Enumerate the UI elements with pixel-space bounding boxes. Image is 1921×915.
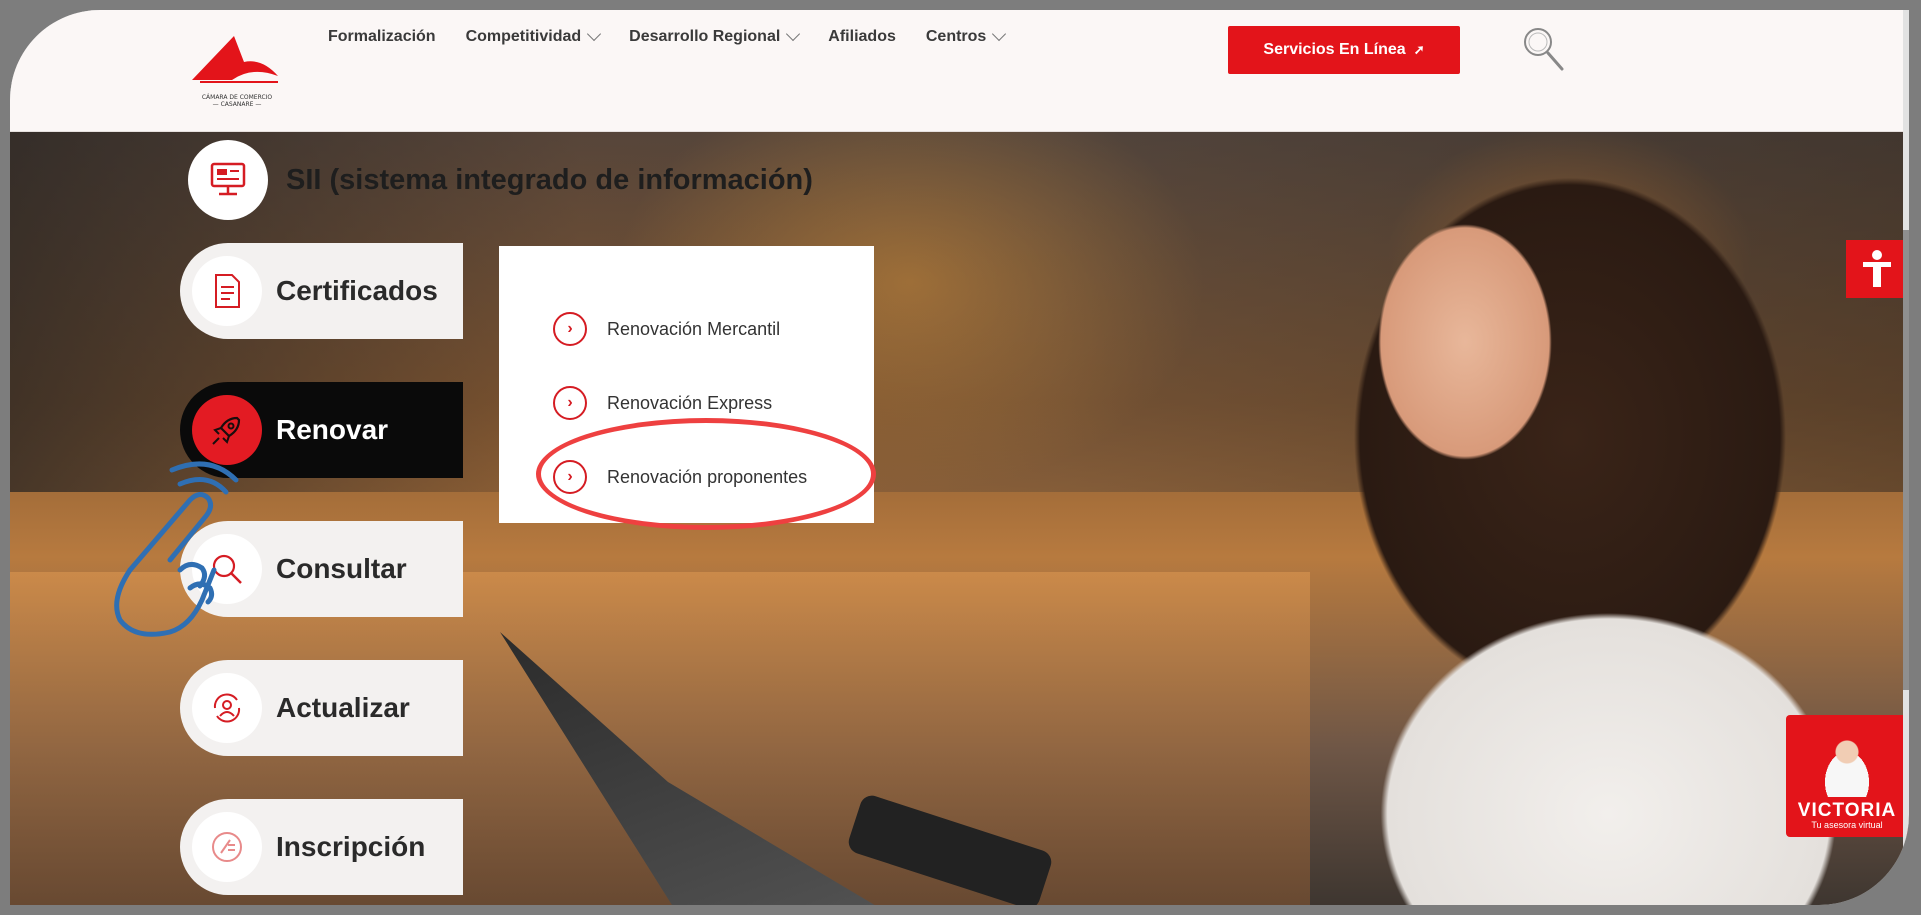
hero-woman-face [1300,152,1600,532]
menu-item-label: Certificados [276,275,438,306]
accessibility-button[interactable] [1846,240,1908,298]
menu-item-actualizar[interactable]: Actualizar [180,660,463,756]
nav-competitividad[interactable]: Competitividad [465,26,602,46]
nav-label: Afiliados [828,28,896,45]
chevron-down-icon [786,26,801,42]
site-header: CÁMARA DE COMERCIO — CASANARE — Formaliz… [10,10,1909,132]
menu-item-inscripcion[interactable]: Inscripción [180,799,463,895]
nav-label: Formalización [328,28,436,45]
camara-comercio-logo[interactable]: CÁMARA DE COMERCIO — CASANARE — [182,32,302,127]
assistant-avatar [1823,737,1871,797]
refresh-user-icon [192,673,262,743]
sii-title: SII (sistema integrado de información) [286,163,813,196]
chevron-right-circle-icon: › [553,312,587,346]
nav-afiliados[interactable]: Afiliados [828,28,896,46]
main-nav: Formalización Competitividad Desarrollo … [328,26,1007,46]
menu-item-label: Consultar [276,553,407,584]
logo-caption: CÁMARA DE COMERCIO — CASANARE — [201,94,273,108]
nav-label: Competitividad [465,28,582,45]
form-edit-icon [192,812,262,882]
menu-item-label: Renovar [276,414,389,445]
browser-frame: CÁMARA DE COMERCIO — CASANARE — Formaliz… [10,10,1909,905]
logo-mark-icon [192,36,278,83]
nav-centros[interactable]: Centros [925,26,1007,46]
submenu-item-label: Renovación proponentes [607,466,808,487]
document-icon [192,256,262,326]
assistant-subtitle: Tu asesora virtual [1811,820,1883,830]
external-arrow-icon: ➚ [1413,42,1425,57]
assistant-name: VICTORIA [1797,800,1897,821]
submenu-item-renovacion-mercantil[interactable]: › Renovación Mercantil [499,292,874,366]
search-icon [1524,28,1564,71]
computer-monitor-icon [188,140,268,220]
nav-formalizacion[interactable]: Formalización [328,28,436,46]
submenu-item-label: Renovación Express [607,392,773,413]
menu-item-certificados[interactable]: Certificados [180,243,463,339]
search-button[interactable] [1518,22,1572,78]
nav-label: Desarrollo Regional [629,28,781,45]
chevron-down-icon [992,26,1007,42]
cta-label: Servicios En Línea [1263,41,1406,58]
renovar-submenu: › Renovación Mercantil › Renovación Expr… [499,246,874,523]
menu-item-renovar[interactable]: Renovar [180,382,463,478]
menu-item-label: Inscripción [276,831,426,862]
chevron-right-circle-icon: › [553,386,587,420]
chevron-right-circle-icon: › [553,460,587,494]
virtual-assistant-button[interactable]: VICTORIA Tu asesora virtual [1786,715,1908,837]
accessibility-person-icon [1863,250,1891,287]
rocket-icon [192,395,262,465]
submenu-item-renovacion-proponentes[interactable]: › Renovación proponentes [499,440,874,514]
servicios-en-linea-button[interactable]: Servicios En Línea ➚ [1228,26,1460,74]
menu-item-label: Actualizar [276,692,410,723]
nav-label: Centros [925,28,987,45]
nav-desarrollo-regional[interactable]: Desarrollo Regional [629,26,801,46]
submenu-item-label: Renovación Mercantil [607,318,781,339]
menu-item-consultar[interactable]: Consultar [180,521,463,617]
chevron-down-icon [587,26,602,42]
magnifier-icon [192,534,262,604]
sii-heading[interactable]: SII (sistema integrado de información) [188,140,813,220]
scrollbar-thumb[interactable] [1903,230,1909,690]
submenu-item-renovacion-express[interactable]: › Renovación Express [499,366,874,440]
